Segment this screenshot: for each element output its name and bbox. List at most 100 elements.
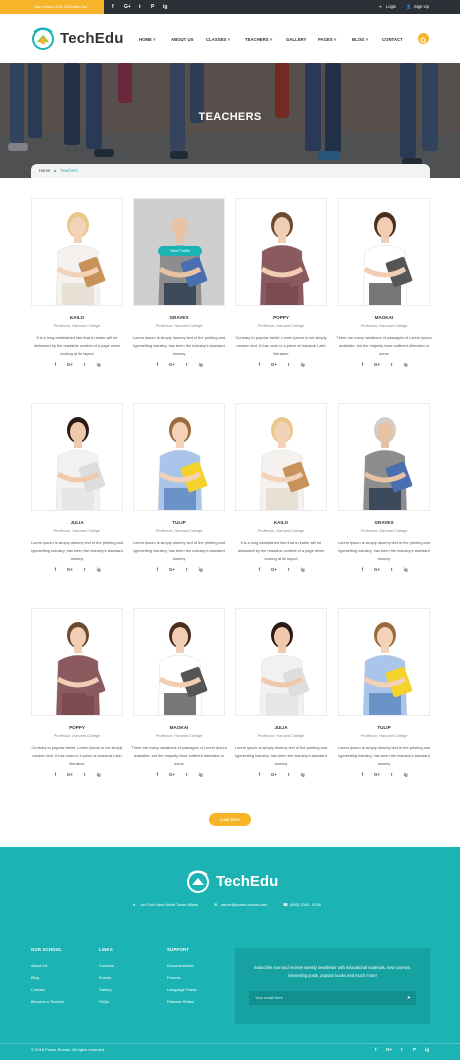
teacher-name[interactable]: KAILO (31, 315, 123, 320)
teacher-google-plus-icon[interactable]: G+ (169, 567, 175, 572)
teacher-google-plus-icon[interactable]: G+ (169, 772, 175, 777)
teacher-facebook-icon[interactable]: f (155, 362, 160, 367)
teacher-twitter-icon[interactable]: t (184, 362, 189, 367)
teacher-twitter-icon[interactable]: t (82, 362, 87, 367)
signup-icon[interactable]: 👤 (406, 0, 411, 14)
teacher-facebook-icon[interactable]: f (257, 567, 262, 572)
footer-twitter-icon[interactable]: t (401, 1047, 403, 1052)
footer-link-forums[interactable]: Forums (167, 975, 181, 980)
teacher-google-plus-icon[interactable]: G+ (374, 772, 380, 777)
login-link[interactable]: Login (386, 0, 396, 14)
footer-link-faqs[interactable]: FAQs (99, 999, 109, 1004)
facebook-icon[interactable]: f (112, 0, 114, 14)
teacher-instagram-icon[interactable]: ig (300, 772, 305, 777)
footer-google-plus-icon[interactable]: G+ (386, 1047, 392, 1052)
teacher-name[interactable]: GRAVES (338, 520, 430, 525)
teacher-facebook-icon[interactable]: f (360, 772, 365, 777)
nav-item-gallery[interactable]: GALLERY (286, 37, 306, 42)
footer-link-language-packs[interactable]: Language Packs (167, 987, 197, 992)
teacher-google-plus-icon[interactable]: G+ (374, 362, 380, 367)
signup-link[interactable]: Sign Up (414, 0, 429, 14)
teacher-instagram-icon[interactable]: ig (198, 567, 203, 572)
footer-link-gallery[interactable]: Gallery (99, 987, 112, 992)
footer-link-contact[interactable]: Contact (31, 987, 45, 992)
footer-logo-icon[interactable] (186, 869, 210, 893)
nav-item-blog[interactable]: BLOG ˅ (352, 37, 368, 42)
search-button[interactable] (418, 33, 429, 44)
teacher-google-plus-icon[interactable]: G+ (67, 772, 73, 777)
teacher-photo[interactable] (31, 608, 123, 716)
teacher-name[interactable]: KAILO (235, 520, 327, 525)
nav-item-home[interactable]: HOME ˅ (139, 37, 156, 42)
teacher-facebook-icon[interactable]: f (155, 772, 160, 777)
teacher-twitter-icon[interactable]: t (184, 567, 189, 572)
teacher-name[interactable]: TULIP (133, 520, 225, 525)
footer-link-release-status[interactable]: Release Status (167, 999, 194, 1004)
nav-item-pages[interactable]: PAGES ˅ (318, 37, 336, 42)
newsletter-email-input[interactable]: Your email here ➤ (249, 991, 416, 1005)
teacher-photo[interactable] (235, 403, 327, 511)
teacher-photo[interactable] (235, 608, 327, 716)
footer-email[interactable]: admin@power-boosts.com (221, 902, 267, 907)
teacher-facebook-icon[interactable]: f (257, 772, 262, 777)
teacher-twitter-icon[interactable]: t (389, 362, 394, 367)
teacher-facebook-icon[interactable]: f (360, 567, 365, 572)
nav-item-classes[interactable]: CLASSES ˅ (206, 37, 230, 42)
footer-link-blog[interactable]: Blog (31, 975, 39, 980)
teacher-instagram-icon[interactable]: ig (96, 362, 101, 367)
footer-pinterest-icon[interactable]: P (413, 1047, 416, 1052)
teacher-google-plus-icon[interactable]: G+ (271, 772, 277, 777)
teacher-facebook-icon[interactable]: f (53, 772, 58, 777)
teacher-twitter-icon[interactable]: t (184, 772, 189, 777)
footer-link-courses[interactable]: Courses (99, 963, 114, 968)
teacher-instagram-icon[interactable]: ig (198, 772, 203, 777)
teacher-google-plus-icon[interactable]: G+ (67, 362, 73, 367)
footer-link-become-a-teacher[interactable]: Become a Teacher (31, 999, 64, 1004)
teacher-instagram-icon[interactable]: ig (96, 772, 101, 777)
footer-link-documentation[interactable]: Documentation (167, 963, 194, 968)
teacher-twitter-icon[interactable]: t (286, 567, 291, 572)
google-plus-icon[interactable]: G+ (124, 0, 131, 14)
teacher-instagram-icon[interactable]: ig (403, 772, 408, 777)
teacher-facebook-icon[interactable]: f (360, 362, 365, 367)
logo-icon[interactable] (31, 26, 55, 50)
footer-facebook-icon[interactable]: f (375, 1047, 377, 1052)
teacher-instagram-icon[interactable]: ig (96, 567, 101, 572)
teacher-facebook-icon[interactable]: f (155, 567, 160, 572)
teacher-name[interactable]: JULIA (235, 725, 327, 730)
teacher-google-plus-icon[interactable]: G+ (271, 567, 277, 572)
footer-link-events[interactable]: Events (99, 975, 111, 980)
teacher-photo[interactable]: View Profile (133, 198, 225, 306)
load-more-button[interactable]: Load More (209, 813, 251, 826)
teacher-google-plus-icon[interactable]: G+ (67, 567, 73, 572)
logo-text[interactable]: TechEdu (60, 30, 124, 47)
teacher-name[interactable]: GRAVES (133, 315, 225, 320)
instagram-icon[interactable]: ig (163, 0, 167, 14)
teacher-google-plus-icon[interactable]: G+ (169, 362, 175, 367)
teacher-photo[interactable] (338, 403, 430, 511)
teacher-photo[interactable] (31, 198, 123, 306)
teacher-facebook-icon[interactable]: f (257, 362, 262, 367)
teacher-name[interactable]: MAOKAI (338, 315, 430, 320)
footer-link-about-us[interactable]: About Us (31, 963, 47, 968)
teacher-photo[interactable] (338, 608, 430, 716)
teacher-twitter-icon[interactable]: t (389, 567, 394, 572)
nav-item-teachers[interactable]: TEACHERS ˅ (245, 37, 272, 42)
teacher-twitter-icon[interactable]: t (82, 567, 87, 572)
pinterest-icon[interactable]: P (151, 0, 154, 14)
teacher-name[interactable]: POPPY (235, 315, 327, 320)
nav-item-about-us[interactable]: ABOUT US (171, 37, 193, 42)
teacher-instagram-icon[interactable]: ig (403, 362, 408, 367)
teacher-photo[interactable] (133, 403, 225, 511)
teacher-photo[interactable] (235, 198, 327, 306)
teacher-name[interactable]: POPPY (31, 725, 123, 730)
footer-logo-text[interactable]: TechEdu (216, 873, 278, 890)
send-icon[interactable]: ➤ (407, 991, 411, 1005)
teacher-google-plus-icon[interactable]: G+ (374, 567, 380, 572)
twitter-icon[interactable]: t (139, 0, 141, 14)
login-icon[interactable]: ⇥ (378, 0, 382, 14)
teacher-instagram-icon[interactable]: ig (300, 362, 305, 367)
nav-item-contact[interactable]: CONTACT (382, 37, 403, 42)
footer-instagram-icon[interactable]: ig (425, 1047, 429, 1052)
teacher-photo[interactable] (338, 198, 430, 306)
